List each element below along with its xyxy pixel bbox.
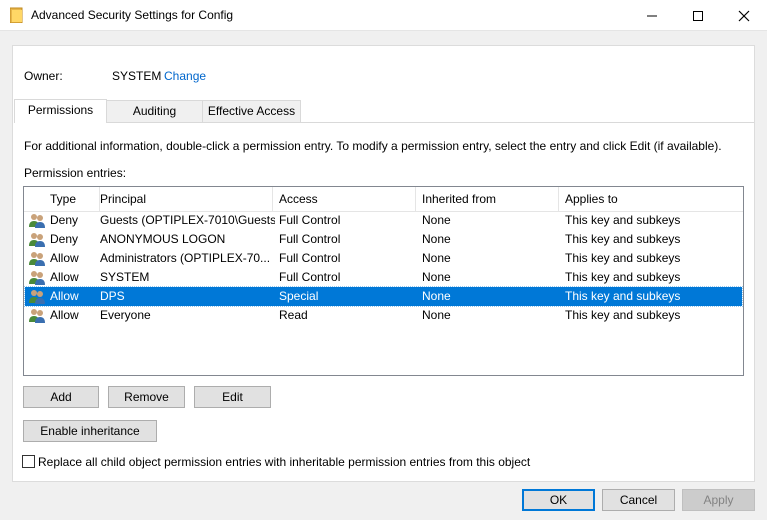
- cell-type: Allow: [50, 308, 79, 322]
- maximize-icon: [693, 10, 703, 21]
- replace-child-permissions-label[interactable]: Replace all child object permission entr…: [38, 455, 530, 469]
- table-row[interactable]: Deny ANONYMOUS LOGON Full Control None T…: [25, 230, 742, 249]
- cell-principal: DPS: [100, 289, 125, 303]
- cell-type: Allow: [50, 251, 79, 265]
- minimize-button[interactable]: [629, 0, 675, 31]
- edit-button[interactable]: Edit: [194, 386, 271, 408]
- cell-principal: ANONYMOUS LOGON: [100, 232, 226, 246]
- cell-type: Allow: [50, 289, 79, 303]
- table-row[interactable]: Allow Administrators (OPTIPLEX-70... Ful…: [25, 249, 742, 268]
- cell-principal: Guests (OPTIPLEX-7010\Guests): [100, 213, 275, 227]
- cell-type: Deny: [50, 232, 79, 246]
- column-header-inherited-from[interactable]: Inherited from: [415, 187, 559, 212]
- users-icon: [29, 214, 45, 228]
- maximize-button[interactable]: [675, 0, 721, 31]
- table-row[interactable]: Allow Everyone Read None This key and su…: [25, 306, 742, 325]
- permission-entries-label: Permission entries:: [24, 166, 127, 180]
- cell-access: Full Control: [279, 232, 341, 246]
- cell-access: Full Control: [279, 251, 341, 265]
- ok-button[interactable]: OK: [522, 489, 595, 511]
- change-owner-link[interactable]: Change: [164, 69, 206, 83]
- cell-applies-to: This key and subkeys: [565, 213, 681, 227]
- column-header-applies-to[interactable]: Applies to: [558, 187, 743, 212]
- add-button[interactable]: Add: [23, 386, 99, 408]
- remove-button[interactable]: Remove: [108, 386, 185, 408]
- users-icon: [29, 290, 45, 304]
- info-text: For additional information, double-click…: [24, 139, 722, 153]
- tab-auditing[interactable]: Auditing: [106, 100, 203, 123]
- cell-inherited-from: None: [422, 308, 451, 322]
- folder-icon: [10, 7, 23, 23]
- cell-type: Allow: [50, 270, 79, 284]
- cell-access: Special: [279, 289, 319, 303]
- cell-access: Read: [279, 308, 308, 322]
- cell-principal: Everyone: [100, 308, 151, 322]
- list-header: Type Principal Access Inherited from App…: [24, 187, 743, 212]
- cell-inherited-from: None: [422, 213, 451, 227]
- permission-entries-list[interactable]: Type Principal Access Inherited from App…: [23, 186, 744, 376]
- cell-access: Full Control: [279, 270, 341, 284]
- users-icon: [29, 271, 45, 285]
- close-button[interactable]: [721, 0, 767, 31]
- cell-applies-to: This key and subkeys: [565, 289, 681, 303]
- users-icon: [29, 309, 45, 323]
- cell-applies-to: This key and subkeys: [565, 232, 681, 246]
- cell-inherited-from: None: [422, 251, 451, 265]
- owner-label: Owner:: [24, 69, 63, 83]
- column-header-principal[interactable]: Principal: [93, 187, 273, 212]
- owner-value: SYSTEM: [112, 69, 162, 83]
- cell-access: Full Control: [279, 213, 341, 227]
- table-row-selected[interactable]: Allow DPS Special None This key and subk…: [24, 286, 743, 307]
- window-title: Advanced Security Settings for Config: [31, 8, 234, 22]
- close-icon: [738, 10, 750, 21]
- title-bar: Advanced Security Settings for Config: [0, 0, 767, 31]
- cancel-button[interactable]: Cancel: [602, 489, 675, 511]
- cell-applies-to: This key and subkeys: [565, 251, 681, 265]
- tab-permissions[interactable]: Permissions: [14, 99, 107, 123]
- replace-child-permissions-checkbox[interactable]: [22, 455, 35, 468]
- cell-inherited-from: None: [422, 232, 451, 246]
- cell-inherited-from: None: [422, 270, 451, 284]
- cell-applies-to: This key and subkeys: [565, 308, 681, 322]
- table-row[interactable]: Allow SYSTEM Full Control None This key …: [25, 268, 742, 287]
- table-row[interactable]: Deny Guests (OPTIPLEX-7010\Guests) Full …: [25, 211, 742, 230]
- minimize-icon: [647, 15, 657, 16]
- tab-divider: [14, 122, 754, 123]
- users-icon: [29, 233, 45, 247]
- cell-type: Deny: [50, 213, 79, 227]
- tab-effective-access[interactable]: Effective Access: [202, 100, 301, 123]
- enable-inheritance-button[interactable]: Enable inheritance: [23, 420, 157, 442]
- cell-inherited-from: None: [422, 289, 451, 303]
- users-icon: [29, 252, 45, 266]
- cell-applies-to: This key and subkeys: [565, 270, 681, 284]
- apply-button[interactable]: Apply: [682, 489, 755, 511]
- cell-principal: SYSTEM: [100, 270, 150, 284]
- column-header-access[interactable]: Access: [272, 187, 416, 212]
- column-header-type[interactable]: Type: [24, 187, 100, 212]
- cell-principal: Administrators (OPTIPLEX-70...: [100, 251, 271, 265]
